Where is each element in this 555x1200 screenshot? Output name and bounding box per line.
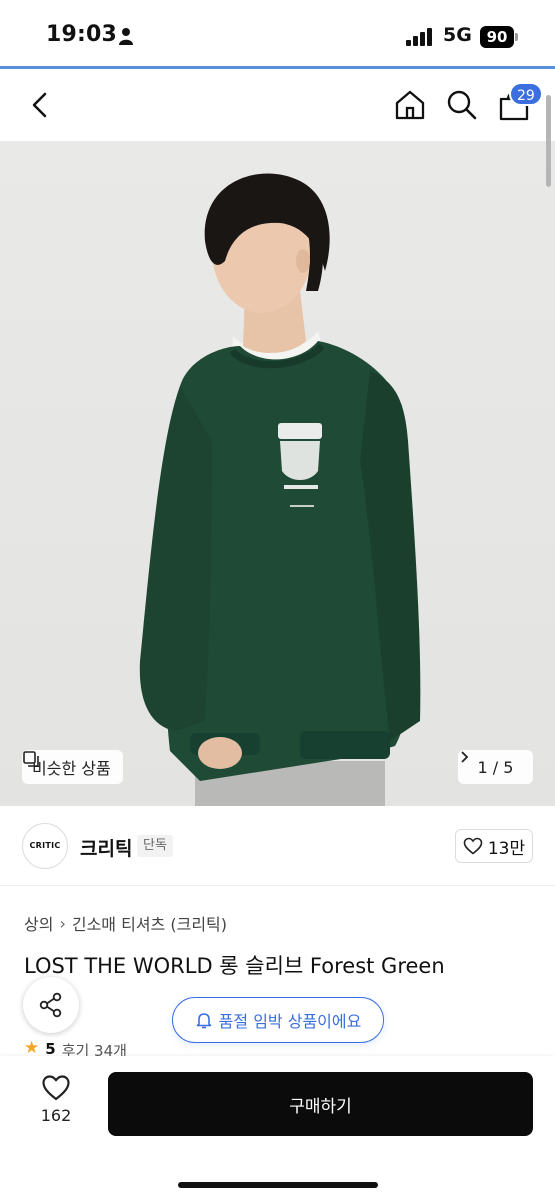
bell-icon — [196, 1013, 211, 1029]
chevron-right-icon: › — [59, 913, 66, 933]
bottom-action-bar: 162 구매하기 — [0, 1056, 555, 1200]
cart-count-badge: 29 — [509, 82, 543, 106]
rating-row[interactable]: ★ 5 후기 34개 — [24, 1040, 127, 1056]
product-image-carousel[interactable]: 비슷한 상품 1 / 5 — [0, 141, 555, 806]
chevron-right-icon — [461, 751, 469, 763]
battery-cap — [515, 33, 518, 41]
status-bar: 19:03 5G 90 — [0, 0, 555, 68]
low-stock-notice: 품절 임박 상품이에요 — [172, 997, 384, 1043]
product-title: LOST THE WORLD 롱 슬리브 Forest Green — [24, 954, 445, 978]
home-indicator — [178, 1182, 378, 1188]
review-count: 후기 34개 — [61, 1042, 127, 1056]
battery-indicator: 90 — [480, 26, 514, 48]
brand-row: CRITIC 크리틱 단독 13만 — [0, 806, 555, 886]
breadcrumb-category[interactable]: 상의 — [24, 911, 53, 935]
person-icon — [119, 28, 133, 45]
low-stock-text: 품절 임박 상품이에요 — [218, 1012, 362, 1031]
wishlist-button[interactable]: 162 — [26, 1074, 86, 1134]
heart-icon — [463, 837, 483, 855]
similar-items-icon — [23, 751, 39, 767]
similar-products-label: 비슷한 상품 — [32, 759, 111, 778]
wishlist-count: 162 — [40, 1106, 72, 1125]
exclusive-tag: 단독 — [137, 835, 173, 857]
share-icon — [39, 992, 62, 1018]
top-nav-bar — [0, 69, 555, 141]
star-icon: ★ — [24, 1040, 40, 1056]
status-time: 19:03 — [46, 22, 118, 47]
similar-products-button[interactable]: 비슷한 상품 — [22, 750, 123, 784]
page-indicator-text: 1 / 5 — [477, 757, 514, 777]
brand-logo[interactable]: CRITIC — [22, 823, 68, 869]
breadcrumb-subcategory[interactable]: 긴소매 티셔츠 (크리틱) — [72, 911, 227, 935]
scrollbar[interactable] — [546, 95, 551, 187]
share-button[interactable] — [23, 977, 79, 1033]
home-icon[interactable] — [392, 87, 428, 123]
image-page-indicator[interactable]: 1 / 5 — [458, 750, 533, 784]
brand-like-count: 13만 — [487, 838, 526, 859]
rating-score: 5 — [45, 1040, 56, 1056]
signal-icon — [406, 28, 432, 46]
brand-like-button[interactable]: 13만 — [455, 829, 533, 863]
breadcrumb: 상의 › 긴소매 티셔츠 (크리틱) — [24, 911, 227, 935]
brand-name[interactable]: 크리틱 — [80, 834, 132, 861]
product-photo — [139, 173, 421, 806]
back-icon[interactable] — [22, 87, 58, 123]
network-label: 5G — [443, 24, 472, 46]
buy-button[interactable]: 구매하기 — [108, 1072, 533, 1136]
heart-icon — [42, 1075, 70, 1101]
search-icon[interactable] — [444, 87, 480, 123]
